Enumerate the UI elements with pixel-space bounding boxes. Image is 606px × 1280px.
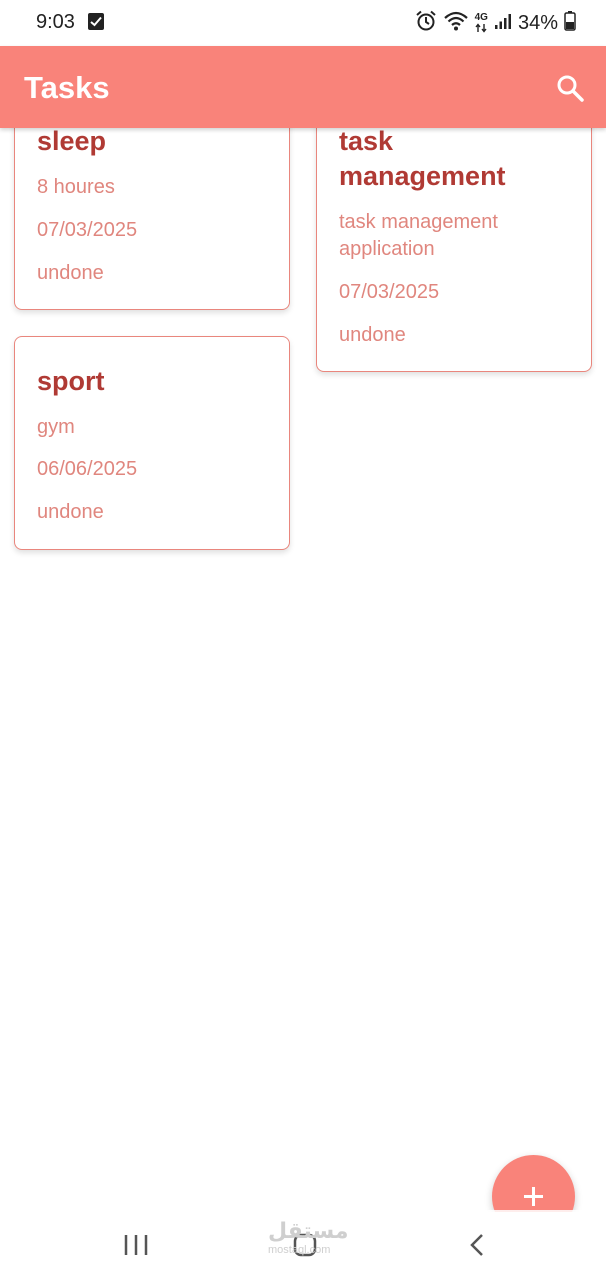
- search-icon: [557, 75, 584, 102]
- plus-icon: [524, 1187, 543, 1206]
- status-time: 9:03: [36, 11, 75, 33]
- page-title: Tasks: [24, 70, 110, 105]
- task-title: sleep: [37, 126, 107, 156]
- task-description: gym: [37, 416, 75, 438]
- task-card[interactable]: task management task management applicat…: [316, 100, 592, 372]
- status-icons: 4G 34%: [415, 10, 576, 36]
- task-title: task: [339, 126, 394, 156]
- signal-icon: [494, 12, 512, 35]
- watermark-logo: مستقل: [268, 1218, 349, 1243]
- task-title-continued: management: [339, 161, 506, 191]
- task-description-continued: application: [339, 238, 435, 260]
- task-description: 8 houres: [37, 176, 115, 198]
- task-status: undone: [37, 262, 104, 284]
- checkbox-notification-icon: [88, 13, 104, 30]
- battery-percent: 34%: [517, 11, 558, 34]
- search-button[interactable]: [552, 70, 588, 106]
- task-card[interactable]: sleep 8 houres 07/03/2025 undone: [14, 100, 290, 310]
- watermark-url: mostaql.com: [268, 1244, 331, 1256]
- back-icon: [470, 1234, 483, 1256]
- status-bar: 9:03 4G 34%: [0, 0, 606, 46]
- alarm-icon: [415, 10, 437, 37]
- network-type-label: 4G: [474, 12, 488, 23]
- back-button[interactable]: [452, 1230, 500, 1260]
- battery-icon: [564, 10, 576, 36]
- network-4g-icon: 4G: [475, 13, 488, 33]
- task-title: sport: [37, 366, 105, 396]
- task-date: 06/06/2025: [37, 458, 138, 480]
- task-date: 07/03/2025: [339, 281, 440, 303]
- task-status: undone: [37, 501, 104, 523]
- recent-apps-icon: [124, 1235, 148, 1255]
- task-description: task management: [339, 211, 498, 233]
- recent-apps-button[interactable]: [112, 1230, 160, 1260]
- app-bar: Tasks: [0, 46, 606, 128]
- task-status: undone: [339, 324, 406, 346]
- wifi-icon: [443, 10, 469, 37]
- task-date: 07/03/2025: [37, 219, 138, 241]
- task-card[interactable]: sport gym 06/06/2025 undone: [14, 336, 290, 550]
